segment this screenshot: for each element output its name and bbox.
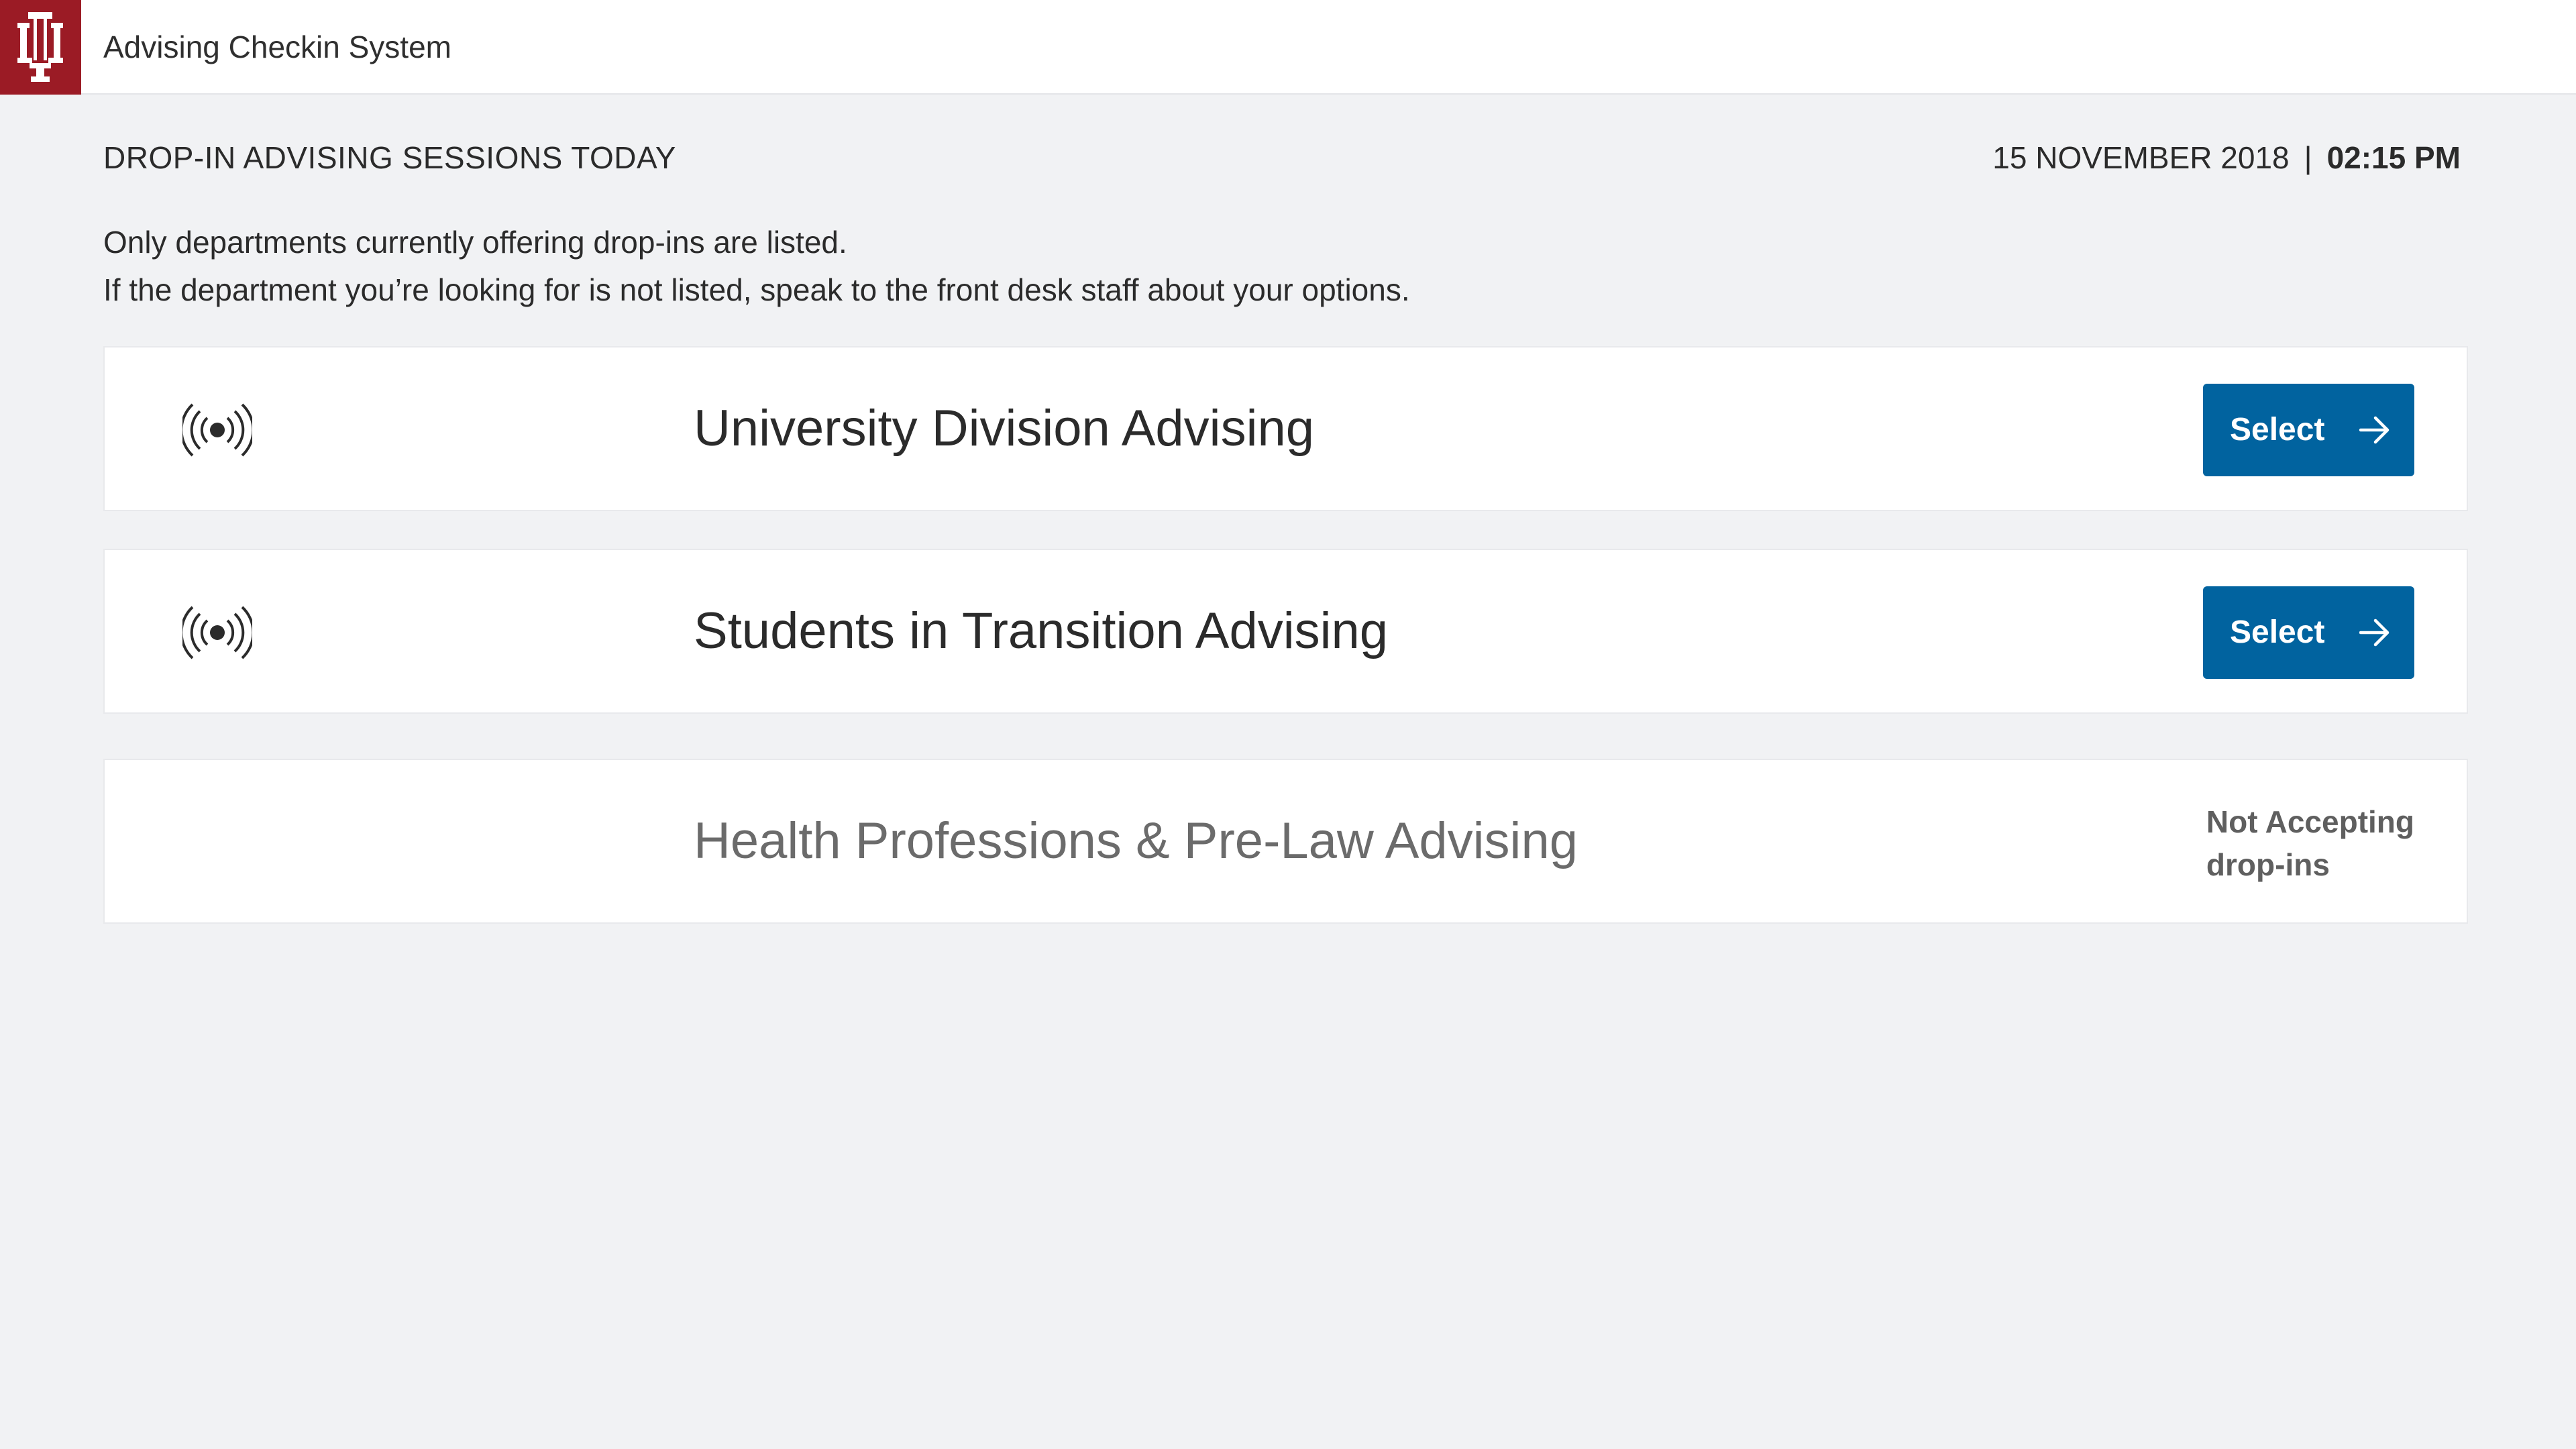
status-line-2: drop-ins <box>2206 847 2330 882</box>
top-bar: Advising Checkin System <box>0 0 2576 95</box>
date-time-display: 15 NOVEMBER 2018 | 02:15 PM <box>1992 138 2461 178</box>
select-button[interactable]: Select <box>2203 384 2414 476</box>
department-card-university-division: University Division Advising Select <box>103 346 2468 511</box>
page-title: DROP-IN ADVISING SESSIONS TODAY <box>103 140 676 175</box>
status-line-1: Not Accepting <box>2206 804 2414 839</box>
app-title: Advising Checkin System <box>103 30 451 64</box>
info-line-2: If the department you’re looking for is … <box>103 272 1410 307</box>
info-line-1: Only departments currently offering drop… <box>103 225 847 260</box>
select-button[interactable]: Select <box>2203 586 2414 679</box>
broadcast-signal-icon <box>182 606 252 659</box>
broadcast-signal-icon <box>182 403 252 457</box>
iu-trident-icon <box>0 0 81 95</box>
current-time: 02:15 PM <box>2326 140 2461 175</box>
department-name: Health Professions & Pre-Law Advising <box>694 812 1578 869</box>
not-accepting-status: Not Accepting drop-ins <box>2206 800 2414 886</box>
arrow-right-icon <box>2359 416 2390 444</box>
department-name: University Division Advising <box>694 400 1314 457</box>
arrow-right-icon <box>2359 619 2390 647</box>
current-date: 15 NOVEMBER 2018 <box>1992 140 2290 175</box>
info-text: Only departments currently offering drop… <box>103 219 1410 314</box>
department-name: Students in Transition Advising <box>694 602 1389 659</box>
date-time-separator: | <box>2304 140 2312 175</box>
department-card-students-in-transition: Students in Transition Advising Select <box>103 549 2468 714</box>
select-button-label: Select <box>2230 412 2325 447</box>
department-card-health-professions: Health Professions & Pre-Law Advising No… <box>103 759 2468 924</box>
select-button-label: Select <box>2230 614 2325 650</box>
